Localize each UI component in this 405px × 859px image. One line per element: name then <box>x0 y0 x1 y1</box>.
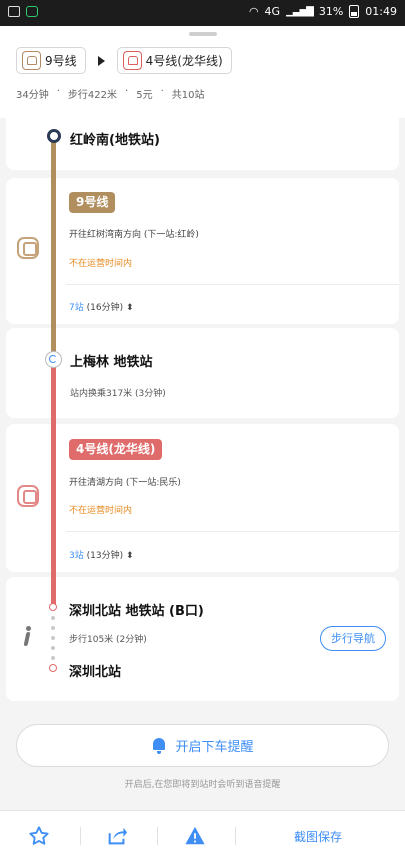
line-4-track <box>51 360 56 608</box>
metro-icon <box>122 51 142 70</box>
favorite-star-icon[interactable] <box>28 825 50 847</box>
divider <box>66 531 399 532</box>
separator <box>80 827 81 845</box>
walk-dot <box>51 646 55 650</box>
separator: · <box>125 86 129 97</box>
chat-icon <box>26 6 38 17</box>
walk-dot <box>51 636 55 640</box>
line-9-stops-toggle[interactable]: 7站 (16分钟) ⬍ <box>69 300 134 313</box>
walking-icon <box>21 626 35 648</box>
transfer-icon <box>45 351 62 368</box>
start-station-card <box>6 110 399 170</box>
transfer-station-name[interactable]: 上梅林 地铁站 <box>70 351 153 370</box>
battery-percent: 31% <box>318 5 344 18</box>
drag-handle[interactable] <box>189 32 217 36</box>
line-chip-label: 9号线 <box>45 54 77 68</box>
line-4-status: 不在运营时间内 <box>69 506 133 516</box>
stops-count: 3站 <box>69 551 84 561</box>
stops-time: (13分钟) <box>86 551 124 561</box>
signal-icon: ▁▃▅▇ <box>286 6 314 17</box>
transfer-info: 站内换乘317米 (3分钟) <box>70 389 166 399</box>
share-icon[interactable] <box>106 825 128 847</box>
screenshot-save-button[interactable]: 截图保存 <box>294 828 342 845</box>
alight-reminder-button[interactable]: 开启下车提醒 <box>16 724 389 767</box>
line-4-direction: 开往清湖方向 (下一站:民乐) <box>69 478 181 488</box>
separator: · <box>56 86 60 97</box>
line-9-status: 不在运营时间内 <box>69 259 133 269</box>
warning-report-icon[interactable] <box>184 825 206 847</box>
separator <box>235 827 236 845</box>
exit-station-name[interactable]: 深圳北站 地铁站 (B口) <box>69 600 204 619</box>
clock: 01:49 <box>365 5 397 18</box>
reminder-tip: 开启后,在您即将到站时会听到语音提醒 <box>124 780 281 790</box>
route-stops: 共10站 <box>171 90 205 101</box>
end-station-name[interactable]: 深圳北站 <box>69 661 121 680</box>
expand-icon: ⬍ <box>125 303 134 313</box>
walk-info: 步行105米 (2分钟) <box>69 635 147 645</box>
separator <box>157 827 158 845</box>
metro-icon <box>22 51 41 70</box>
start-station-name[interactable]: 红岭南(地铁站) <box>70 129 160 148</box>
network-type: 4G <box>264 5 281 18</box>
metro-icon <box>17 237 39 259</box>
line-9-track <box>51 138 56 358</box>
exit-node-icon <box>49 603 57 611</box>
walk-dot <box>51 656 55 660</box>
route-stats: 34分钟 · 步行422米 · 5元 · 共10站 <box>16 86 205 101</box>
route-fare: 5元 <box>136 90 153 101</box>
line-9-segment-card <box>6 178 399 324</box>
line-4-stops-toggle[interactable]: 3站 (13分钟) ⬍ <box>69 548 134 561</box>
gallery-icon <box>8 6 20 17</box>
separator: · <box>160 86 164 97</box>
transfer-station-card <box>6 328 399 418</box>
walk-dot <box>51 626 55 630</box>
walk-dot <box>51 616 55 620</box>
line-9-badge: 9号线 <box>69 192 116 213</box>
start-node-icon <box>47 129 61 143</box>
route-duration: 34分钟 <box>16 90 49 101</box>
walk-navigation-button[interactable]: 步行导航 <box>320 626 386 651</box>
bottom-toolbar: 截图保存 <box>0 810 405 859</box>
line-chip-9[interactable]: 9号线 <box>16 47 86 74</box>
expand-icon: ⬍ <box>125 551 134 561</box>
line-9-direction: 开往红树湾南方向 (下一站:红岭) <box>69 230 199 240</box>
line-chip-label: 4号线(龙华线) <box>145 54 223 68</box>
metro-icon <box>17 485 39 507</box>
route-walk: 步行422米 <box>67 90 118 101</box>
end-node-icon <box>49 664 57 672</box>
line-4-segment-card <box>6 424 399 572</box>
line-chip-4[interactable]: 4号线(龙华线) <box>116 47 232 74</box>
arrow-right-icon <box>97 55 105 66</box>
bell-icon <box>151 737 167 754</box>
line-4-badge: 4号线(龙华线) <box>69 439 163 460</box>
divider <box>66 284 399 285</box>
route-summary-panel: 9号线 4号线(龙华线) 34分钟 · 步行422米 · 5元 · 共10站 <box>0 26 405 118</box>
stops-time: (16分钟) <box>86 303 124 313</box>
stops-count: 7站 <box>69 303 84 313</box>
wifi-icon: ◠ <box>248 5 259 18</box>
reminder-label: 开启下车提醒 <box>175 740 254 755</box>
status-bar: ◠ 4G ▁▃▅▇ 31% 01:49 <box>0 0 405 26</box>
battery-icon <box>349 5 360 18</box>
